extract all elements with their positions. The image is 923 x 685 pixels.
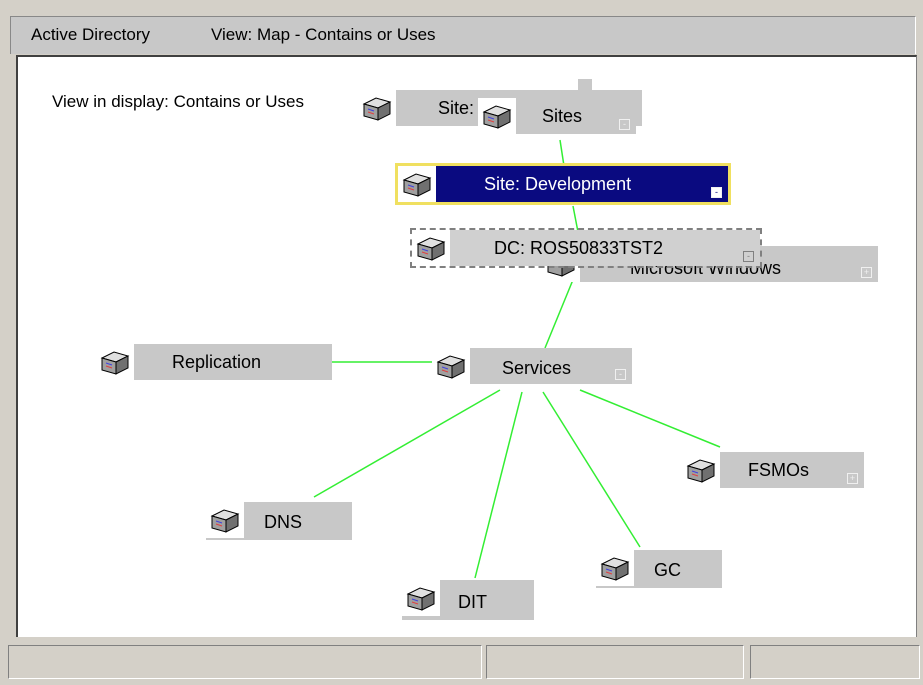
expand-toggle[interactable]: +	[861, 267, 872, 278]
node-dit[interactable]: DIT	[402, 580, 534, 620]
package-icon	[402, 580, 440, 616]
package-icon	[432, 348, 470, 384]
package-icon	[412, 230, 450, 266]
node-label: DC: ROS50833TST2	[494, 238, 664, 258]
package-icon	[596, 550, 634, 586]
node-label: Services	[502, 358, 572, 378]
node-label: Replication	[172, 352, 262, 372]
node-site-development[interactable]: Site: Development -	[395, 163, 731, 205]
package-icon	[478, 98, 516, 134]
collapse-toggle[interactable]: -	[711, 187, 722, 198]
collapse-toggle[interactable]: -	[743, 251, 754, 262]
node-label: DIT	[458, 592, 487, 612]
node-dc[interactable]: DC: ROS50833TST2 -	[410, 228, 762, 268]
link-services-dns	[313, 389, 501, 498]
view-hint: View in display: Contains or Uses	[52, 92, 304, 111]
link-sitedev-dc	[572, 205, 579, 233]
package-icon	[682, 452, 720, 488]
package-icon	[398, 166, 436, 202]
node-services[interactable]: Services -	[432, 348, 632, 384]
package-icon	[358, 90, 396, 126]
link-services-dit	[474, 391, 523, 579]
status-pane-1	[8, 645, 482, 679]
link-services-fsmos	[579, 389, 721, 448]
package-icon	[206, 502, 244, 538]
expand-toggle[interactable]: +	[847, 473, 858, 484]
corner-tab	[578, 79, 592, 93]
link-services-gc	[542, 391, 641, 548]
link-sites-sitedev	[559, 139, 565, 167]
status-pane-2	[486, 645, 744, 679]
status-pane-3	[750, 645, 920, 679]
node-gc[interactable]: GC	[596, 550, 722, 588]
node-replication[interactable]: Replication	[96, 344, 332, 380]
node-dns[interactable]: DNS	[206, 502, 352, 540]
node-label: Sites	[542, 106, 583, 126]
package-icon	[96, 344, 134, 380]
node-label: DNS	[264, 512, 303, 532]
collapse-toggle[interactable]: -	[619, 119, 630, 130]
node-sites[interactable]: Sites -	[478, 98, 636, 134]
collapse-toggle[interactable]: -	[615, 369, 626, 380]
node-label: FSMOs	[748, 460, 809, 480]
node-label: GC	[654, 560, 681, 580]
node-fsmos[interactable]: FSMOs +	[682, 452, 864, 488]
node-label: Site: Development	[484, 174, 632, 194]
